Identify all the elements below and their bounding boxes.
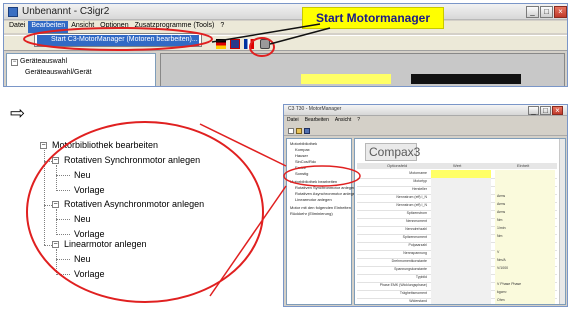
- highlight-ellipse-small: [283, 165, 361, 187]
- zoom-connector-line: [199, 123, 287, 167]
- highlight-ellipse-menu: [23, 27, 213, 51]
- highlight-ellipse-icon: [249, 37, 275, 57]
- annotation-overlay: [23, 23, 361, 303]
- zoom-connector-line: [209, 185, 287, 297]
- highlight-ellipse-zoom: [26, 121, 264, 303]
